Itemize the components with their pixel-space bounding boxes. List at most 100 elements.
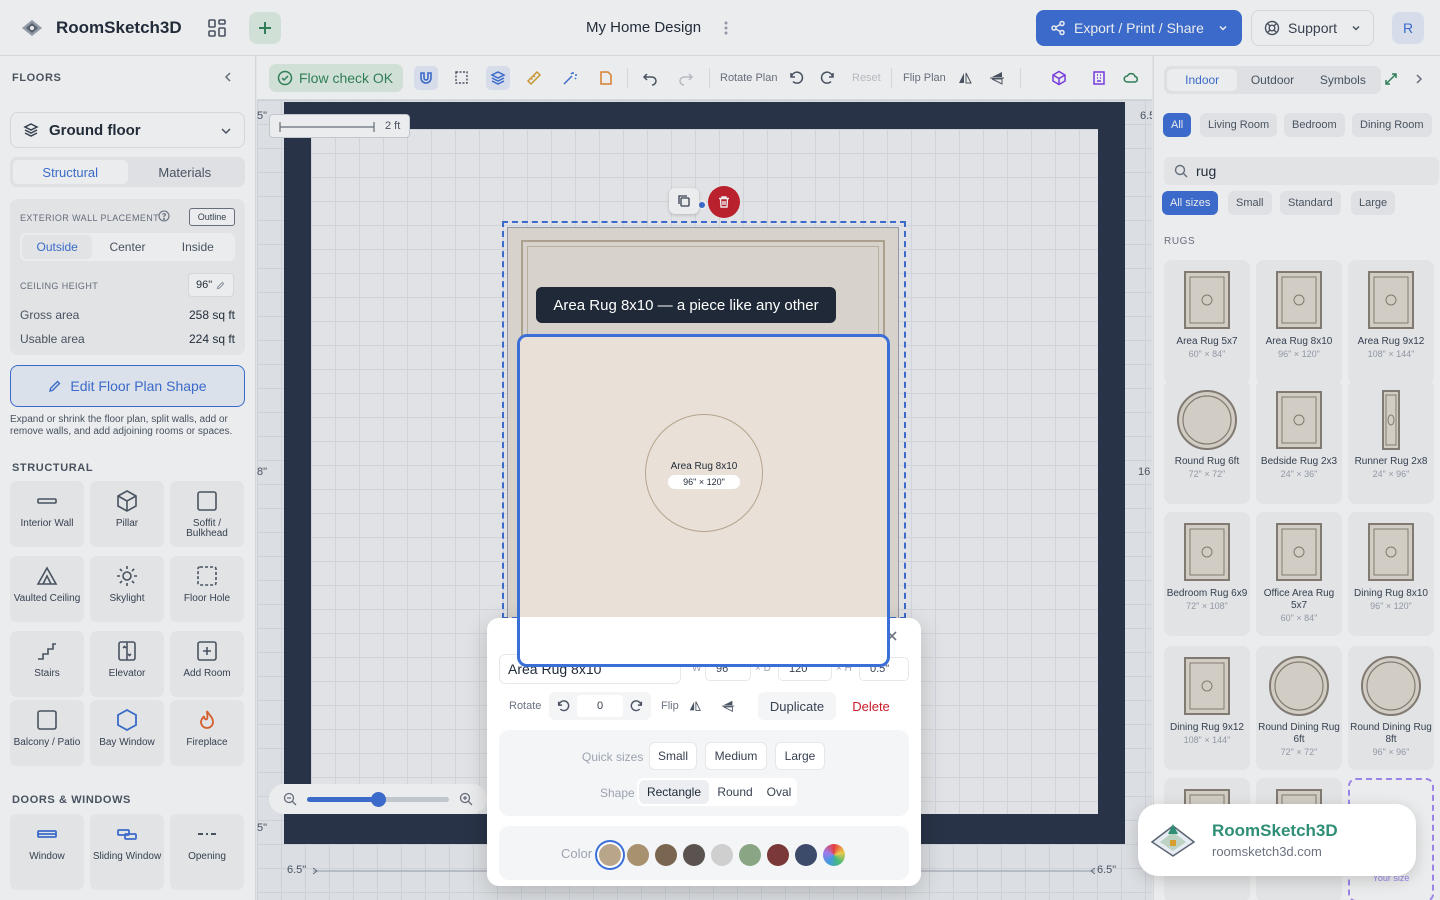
help-icon[interactable] [158,210,170,222]
tab-symbols[interactable]: Symbols [1308,69,1378,91]
filter-bedroom[interactable]: Bedroom [1284,113,1345,137]
delete-button[interactable]: Delete [841,692,901,720]
shape-oval[interactable]: Oval [759,780,799,804]
tile-pillar[interactable]: Pillar [90,481,164,547]
catalog-item[interactable]: Office Area Rug 5x7 60" × 84" [1256,512,1342,636]
flip-vertical-icon[interactable] [721,699,735,713]
undo-icon[interactable] [638,66,662,90]
size-all[interactable]: All sizes [1162,191,1219,215]
tile-skylight[interactable]: Skylight [90,556,164,622]
rotate-value[interactable]: 0 [577,695,623,717]
tab-structural[interactable]: Structural [13,160,128,184]
color-swatch[interactable] [795,844,817,866]
tile-opening[interactable]: Opening [170,814,244,890]
selected-rug-preview[interactable]: Area Rug 8x10 96" × 120" [517,334,890,667]
tile-bay-window[interactable]: Bay Window [90,700,164,766]
catalog-item[interactable]: Runner Rug 2x8 24" × 96" [1348,380,1434,504]
chevron-right-icon[interactable] [1413,73,1425,85]
filter-living-room[interactable]: Living Room [1200,113,1278,137]
color-swatch[interactable] [627,844,649,866]
reset-button[interactable]: Reset [852,72,881,84]
placement-inside[interactable]: Inside [163,235,233,259]
tile-add-room[interactable]: Add Room [170,631,244,697]
tile-vaulted-ceiling[interactable]: Vaulted Ceiling [10,556,84,622]
color-swatch[interactable] [655,844,677,866]
support-button[interactable]: Support [1251,10,1374,46]
catalog-item[interactable]: Area Rug 5x7 60" × 84" [1164,260,1250,384]
zoom-slider[interactable] [307,791,449,807]
catalog-search[interactable]: rug [1164,157,1439,185]
cloud-save-icon[interactable] [1119,66,1143,90]
duplicate-button[interactable]: Duplicate [758,692,836,720]
flip-horizontal-icon[interactable] [953,66,977,90]
notes-icon[interactable] [594,66,618,90]
magnet-snap-icon[interactable] [414,66,438,90]
tile-soffit[interactable]: Soffit / Bulkhead [170,481,244,547]
quick-size-large[interactable]: Large [775,742,825,770]
quick-size-medium[interactable]: Medium [705,742,767,770]
select-area-icon[interactable] [450,66,474,90]
dashboard-grid-icon[interactable] [201,12,233,44]
trash-icon[interactable] [708,186,740,218]
building-icon[interactable] [1087,66,1111,90]
copy-icon[interactable] [669,188,699,214]
outline-chip[interactable]: Outline [189,208,235,226]
catalog-item[interactable]: Area Rug 9x12 108" × 144" [1348,260,1434,384]
floor-select[interactable]: Ground floor [10,112,245,148]
flip-horizontal-icon[interactable] [688,699,702,713]
size-standard[interactable]: Standard [1280,191,1341,215]
placement-center[interactable]: Center [92,235,162,259]
catalog-item[interactable]: Dining Rug 9x12 108" × 144" [1164,646,1250,770]
rotate-ccw-icon[interactable] [556,699,570,713]
filter-dining-room[interactable]: Dining Room [1352,113,1432,137]
zoom-in-icon[interactable] [459,792,473,806]
custom-color-wheel-icon[interactable] [823,844,845,866]
tile-stairs[interactable]: Stairs [10,631,84,697]
flip-vertical-icon[interactable] [985,66,1009,90]
tile-floor-hole[interactable]: Floor Hole [170,556,244,622]
filter-all[interactable]: All [1163,113,1192,137]
color-swatch[interactable] [739,844,761,866]
collapse-sidebar-icon[interactable] [222,71,234,83]
avatar[interactable]: R [1392,12,1424,44]
catalog-item[interactable]: Round Rug 6ft 72" × 72" [1164,380,1250,504]
tile-fireplace[interactable]: Fireplace [170,700,244,766]
color-swatch[interactable] [599,844,621,866]
catalog-item[interactable]: Area Rug 8x10 96" × 120" [1256,260,1342,384]
color-swatch[interactable] [711,844,733,866]
color-swatch[interactable] [683,844,705,866]
catalog-item[interactable]: Round Dining Rug 6ft 72" × 72" [1256,646,1342,770]
magic-wand-icon[interactable] [558,66,582,90]
search-input[interactable]: rug [1196,163,1216,179]
new-project-button[interactable] [249,12,281,44]
zoom-out-icon[interactable] [283,792,297,806]
tile-balcony[interactable]: Balcony / Patio [10,700,84,766]
brand-toast[interactable]: RoomSketch3D roomsketch3d.com [1138,804,1416,876]
tab-outdoor[interactable]: Outdoor [1237,69,1307,91]
size-large[interactable]: Large [1351,191,1396,215]
expand-icon[interactable] [1384,72,1398,86]
tile-sliding-window[interactable]: Sliding Window [90,814,164,890]
tile-elevator[interactable]: Elevator [90,631,164,697]
shape-round[interactable]: Round [711,780,759,804]
flow-check-chip[interactable]: Flow check OK [269,64,403,92]
catalog-item[interactable]: Bedroom Rug 6x9 72" × 108" [1164,512,1250,636]
shape-rectangle[interactable]: Rectangle [639,780,709,804]
color-swatch[interactable] [767,844,789,866]
rotate-ccw-icon[interactable] [784,66,808,90]
tab-indoor[interactable]: Indoor [1167,69,1238,91]
tile-window[interactable]: Window [10,814,84,890]
catalog-item[interactable]: Round Dining Rug 8ft 96" × 96" [1348,646,1434,770]
redo-icon[interactable] [674,66,698,90]
ruler-icon[interactable] [522,66,546,90]
rotate-cw-icon[interactable] [816,66,840,90]
tab-materials[interactable]: Materials [128,160,243,184]
ceiling-height-field[interactable]: 96" [188,273,234,297]
layers-toggle-icon[interactable] [486,66,510,90]
app-logo-icon[interactable] [18,14,46,42]
size-small[interactable]: Small [1228,191,1272,215]
rotate-cw-icon[interactable] [630,699,644,713]
quick-size-small[interactable]: Small [649,742,697,770]
catalog-item[interactable]: Dining Rug 8x10 96" × 120" [1348,512,1434,636]
tile-interior-wall[interactable]: Interior Wall [10,481,84,547]
